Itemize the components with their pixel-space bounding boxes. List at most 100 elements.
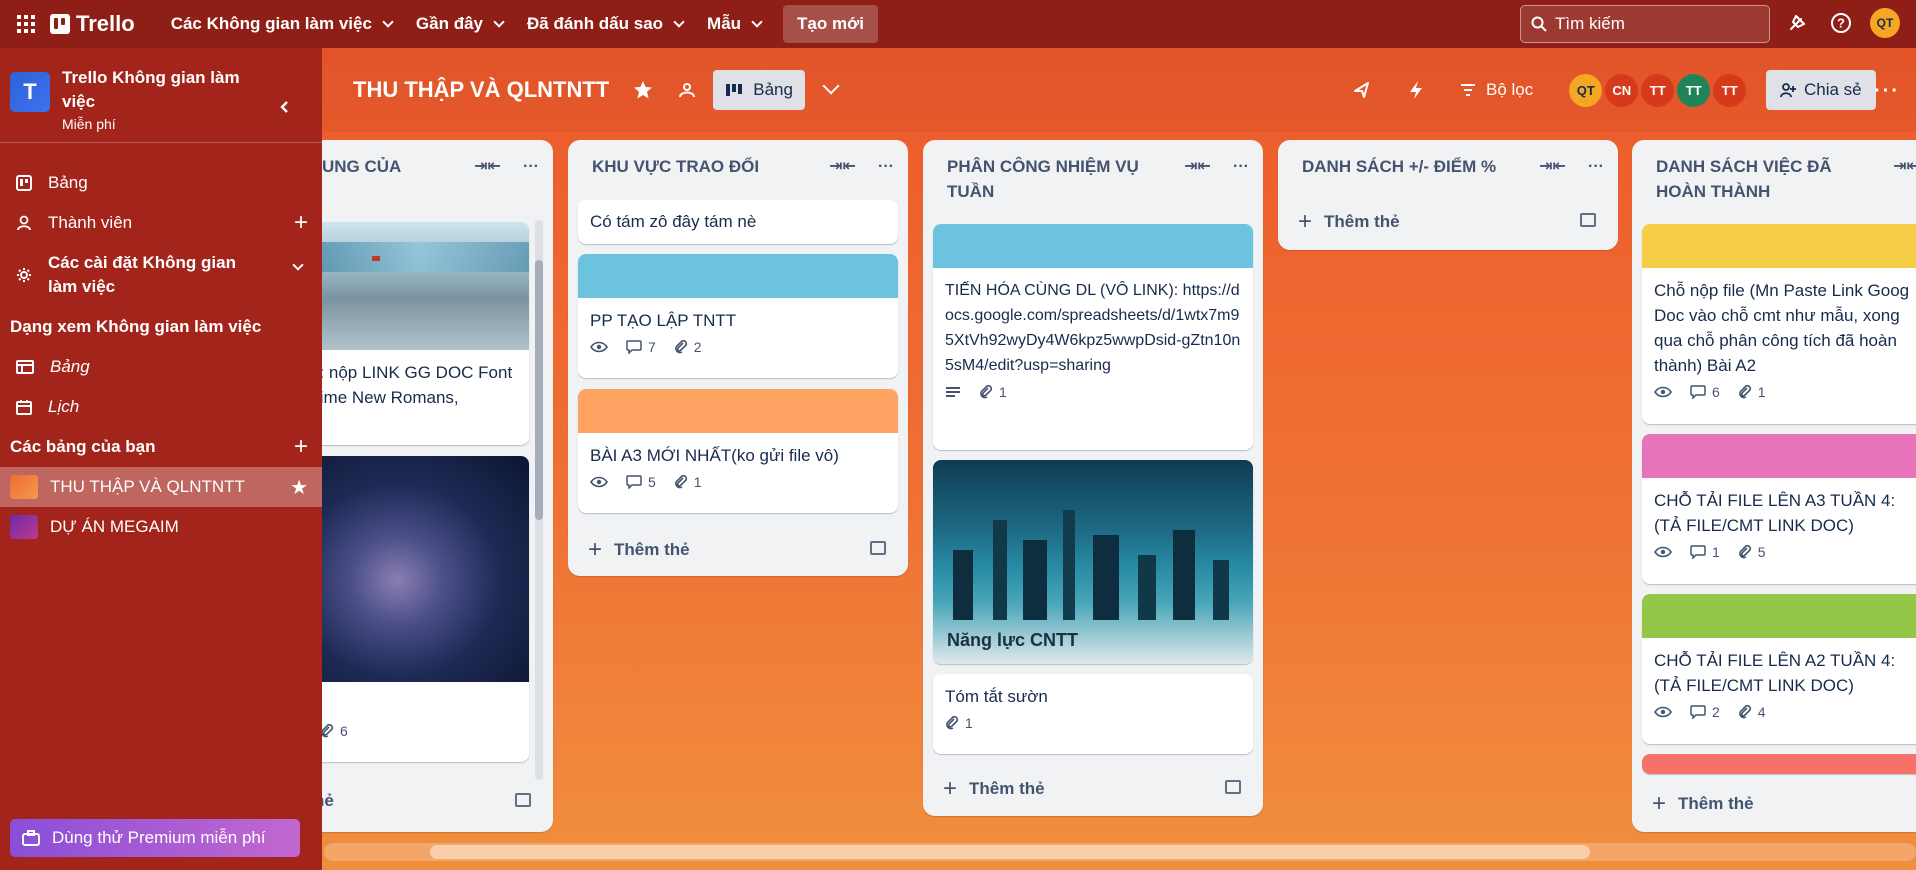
attachment-badge: 4: [1738, 704, 1766, 720]
card[interactable]: Chỗ nộp file (Mn Paste Link Goog Doc vào…: [1642, 224, 1916, 424]
card[interactable]: TIẾN HÓA CÙNG DL (VÔ LINK): https://docs…: [933, 224, 1253, 450]
member-avatar[interactable]: CN: [1605, 73, 1639, 107]
sidebar-item-members[interactable]: Thành viên +: [0, 203, 322, 243]
star-board-icon[interactable]: [633, 80, 653, 100]
add-card-button[interactable]: + Thêm thẻ: [1298, 208, 1400, 236]
card-template-icon[interactable]: [1225, 780, 1241, 794]
member-avatar[interactable]: TT: [1677, 73, 1711, 107]
list-column: PHÂN CÔNG NHIỆM VỤ TUẦN ⇥⇤ ··· TIẾN HÓA C…: [923, 140, 1263, 816]
gear-icon: [17, 268, 31, 282]
paperclip-icon: [674, 340, 687, 354]
card-template-icon[interactable]: [515, 793, 531, 807]
comment-icon: [626, 475, 642, 489]
list-menu-icon[interactable]: ···: [1233, 154, 1249, 204]
nav-workspaces[interactable]: Các Không gian làm việc: [163, 6, 400, 42]
workspace-name[interactable]: Trello Không gian làm việc: [62, 66, 252, 114]
card[interactable]: PP TẠO LẬP TNTT 7 2: [578, 254, 898, 378]
help-icon[interactable]: ?: [1826, 8, 1856, 38]
nav-starred[interactable]: Đã đánh dấu sao: [519, 6, 691, 42]
watch-badge: [590, 476, 608, 488]
sidebar-item-workspace-settings[interactable]: Các cài đặt Không gian làm việc: [0, 243, 322, 307]
list-title[interactable]: UNG CỦA: [322, 154, 401, 179]
try-premium-button[interactable]: Dùng thử Premium miễn phí: [10, 819, 300, 857]
watch-badge: [1654, 386, 1672, 398]
scrollbar-thumb[interactable]: [430, 845, 1590, 859]
trello-logo[interactable]: Trello: [50, 11, 135, 37]
card[interactable]: g: nộp LINK GG DOC Font Time New Romans,: [310, 222, 529, 445]
filter-button[interactable]: Bộ lọc: [1460, 80, 1533, 100]
card-template-icon[interactable]: [1580, 213, 1596, 227]
sidebar-view-board[interactable]: Bảng: [0, 347, 322, 387]
eye-icon: [590, 476, 608, 488]
card[interactable]: CHỖ TẢI FILE LÊN A3 TUẦN 4: (TẢ FILE/CMT…: [1642, 434, 1916, 584]
card-title: g: nộp LINK GG DOC Font Time New Romans,: [310, 363, 513, 407]
sidebar-board-thu-thap[interactable]: THU THẬP VÀ QLNTNTT ★: [0, 467, 322, 507]
list-menu-icon[interactable]: ···: [523, 154, 539, 179]
card[interactable]: Tóm tắt sườn 1: [933, 674, 1253, 754]
member-avatar[interactable]: TT: [1641, 73, 1675, 107]
power-ups-icon[interactable]: [1352, 80, 1372, 100]
collapse-list-icon[interactable]: ⇥⇤: [1184, 154, 1211, 204]
board-view-icon: [726, 84, 743, 96]
add-card-button[interactable]: + Thêm thẻ: [1652, 790, 1754, 818]
add-card-button[interactable]: + Thêm thẻ: [943, 775, 1045, 803]
user-avatar[interactable]: QT: [1870, 8, 1900, 38]
card[interactable]: [1642, 754, 1916, 774]
board-members: QT CN TT TT TT: [1569, 73, 1747, 107]
chevron-down-icon[interactable]: [822, 77, 840, 95]
list-menu-icon[interactable]: ···: [1588, 154, 1604, 179]
board-thumbnail: [10, 475, 38, 499]
board-horizontal-scrollbar[interactable]: [324, 843, 1916, 861]
collapse-list-icon[interactable]: ⇥⇤: [1539, 154, 1566, 179]
nav-recent[interactable]: Gần đây: [408, 6, 511, 42]
member-avatar[interactable]: TT: [1713, 73, 1747, 107]
description-icon: [946, 387, 960, 397]
sidebar-view-calendar[interactable]: Lịch: [0, 387, 322, 427]
search-input[interactable]: Tìm kiếm: [1520, 5, 1770, 43]
sidebar-item-boards[interactable]: Bảng: [0, 163, 322, 203]
card[interactable]: BÀI A3 MỚI NHẤT(ko gửi file vô) 5 1: [578, 389, 898, 513]
paperclip-icon: [1738, 705, 1751, 719]
card[interactable]: ề 6: [310, 456, 529, 762]
view-switcher-button[interactable]: Bảng: [713, 70, 805, 110]
more-options-icon[interactable]: ···: [1874, 80, 1900, 103]
board-title[interactable]: THU THẬP VÀ QLNTNTT: [353, 77, 609, 103]
nav-templates[interactable]: Mẫu: [699, 6, 769, 42]
add-member-icon[interactable]: +: [294, 209, 308, 237]
sidebar-board-megaim[interactable]: DỰ ÁN MEGAIM: [0, 507, 322, 547]
list-title[interactable]: DANH SÁCH VIỆC ĐÃ HOÀN THÀNH: [1656, 154, 1856, 204]
list-scrollbar[interactable]: [535, 220, 543, 780]
list-title[interactable]: KHU VỰC TRAO ĐỔI: [592, 154, 759, 179]
card[interactable]: CHỖ TẢI FILE LÊN A2 TUẦN 4: (TẢ FILE/CMT…: [1642, 594, 1916, 744]
chevron-left-icon: [280, 101, 288, 113]
add-board-icon[interactable]: +: [294, 433, 308, 461]
collapse-list-icon[interactable]: ⇥⇤: [829, 154, 856, 179]
paperclip-icon: [321, 724, 334, 738]
card[interactable]: Có tám zô đây tám nè: [578, 200, 898, 244]
workspace-avatar: T: [10, 72, 50, 112]
premium-icon: [22, 830, 40, 846]
list-column: UNG CỦA ⇥⇤ ··· g: nộp LINK GG DOC Font Ti…: [300, 140, 553, 832]
visibility-icon[interactable]: [677, 80, 697, 100]
list-menu-icon[interactable]: ···: [878, 154, 894, 179]
card[interactable]: Năng lực CNTT: [933, 460, 1253, 664]
add-card-button[interactable]: + Thêm thẻ: [588, 536, 690, 564]
member-avatar[interactable]: QT: [1569, 73, 1603, 107]
card-title: BÀI A3 MỚI NHẤT(ko gửi file vô): [590, 446, 839, 465]
search-placeholder: Tìm kiếm: [1555, 14, 1625, 33]
list-title[interactable]: PHÂN CÔNG NHIỆM VỤ TUẦN: [947, 154, 1167, 204]
collapse-sidebar-button[interactable]: [270, 92, 300, 122]
star-icon[interactable]: ★: [290, 475, 308, 500]
app-switcher-icon[interactable]: [12, 10, 40, 38]
notifications-icon[interactable]: [1782, 8, 1812, 38]
share-button[interactable]: Chia sẻ: [1766, 70, 1876, 110]
create-button[interactable]: Tạo mới: [783, 5, 878, 43]
collapse-list-icon[interactable]: ⇥⇤: [1893, 154, 1916, 204]
automation-icon[interactable]: [1408, 80, 1424, 100]
card-title: Có tám zô đây tám nè: [590, 212, 757, 231]
comments-badge: 5: [626, 474, 656, 490]
list-title[interactable]: DANH SÁCH +/- ĐIỂM %: [1302, 154, 1496, 179]
card-cover: [578, 389, 898, 433]
card-template-icon[interactable]: [870, 541, 886, 555]
collapse-list-icon[interactable]: ⇥⇤: [474, 154, 501, 179]
